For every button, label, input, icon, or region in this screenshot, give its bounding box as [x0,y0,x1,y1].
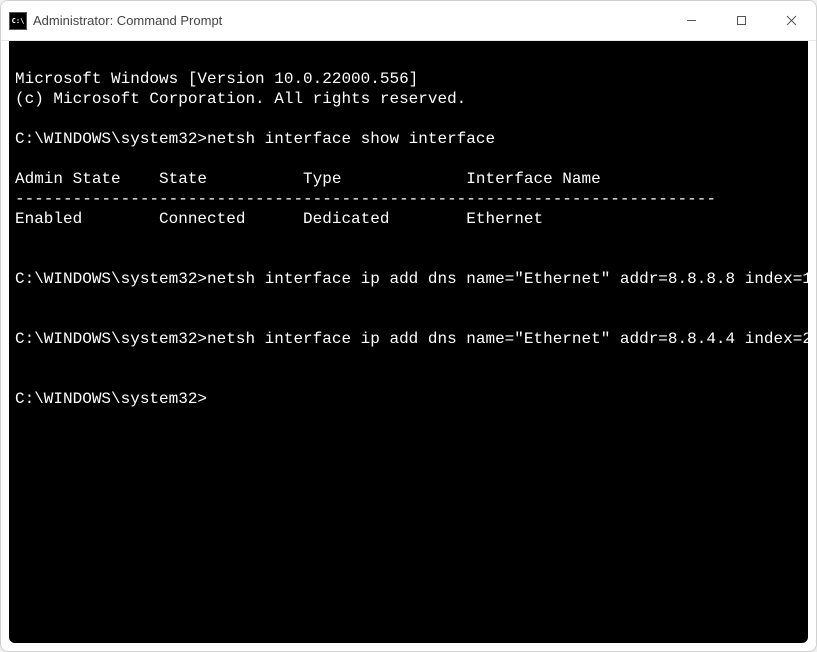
prompt-line: C:\WINDOWS\system32>netsh interface show… [15,130,495,148]
prompt: C:\WINDOWS\system32> [15,330,207,348]
prompt-line: C:\WINDOWS\system32> [15,390,207,408]
window-frame: C:\ Administrator: Command Prompt Micros… [0,0,817,652]
command-text: netsh interface ip add dns name="Etherne… [207,330,808,348]
banner-line: (c) Microsoft Corporation. All rights re… [15,90,466,108]
close-icon [786,15,797,26]
command-text: netsh interface ip add dns name="Etherne… [207,270,808,288]
titlebar[interactable]: C:\ Administrator: Command Prompt [1,1,816,41]
minimize-icon [686,15,697,26]
close-button[interactable] [766,1,816,40]
terminal-content[interactable]: Microsoft Windows [Version 10.0.22000.55… [9,41,808,643]
window-controls [666,1,816,40]
prompt: C:\WINDOWS\system32> [15,270,207,288]
table-row: Enabled Connected Dedicated Ethernet [15,210,543,228]
command-text: netsh interface show interface [207,130,495,148]
maximize-icon [736,15,747,26]
prompt: C:\WINDOWS\system32> [15,390,207,408]
table-header: Admin State State Type Interface Name [15,170,601,188]
prompt-line: C:\WINDOWS\system32>netsh interface ip a… [15,270,808,288]
prompt-line: C:\WINDOWS\system32>netsh interface ip a… [15,330,808,348]
minimize-button[interactable] [666,1,716,40]
app-icon: C:\ [9,12,27,30]
banner-line: Microsoft Windows [Version 10.0.22000.55… [15,70,418,88]
prompt: C:\WINDOWS\system32> [15,130,207,148]
maximize-button[interactable] [716,1,766,40]
window-title: Administrator: Command Prompt [33,13,666,28]
table-divider: ----------------------------------------… [15,190,716,208]
